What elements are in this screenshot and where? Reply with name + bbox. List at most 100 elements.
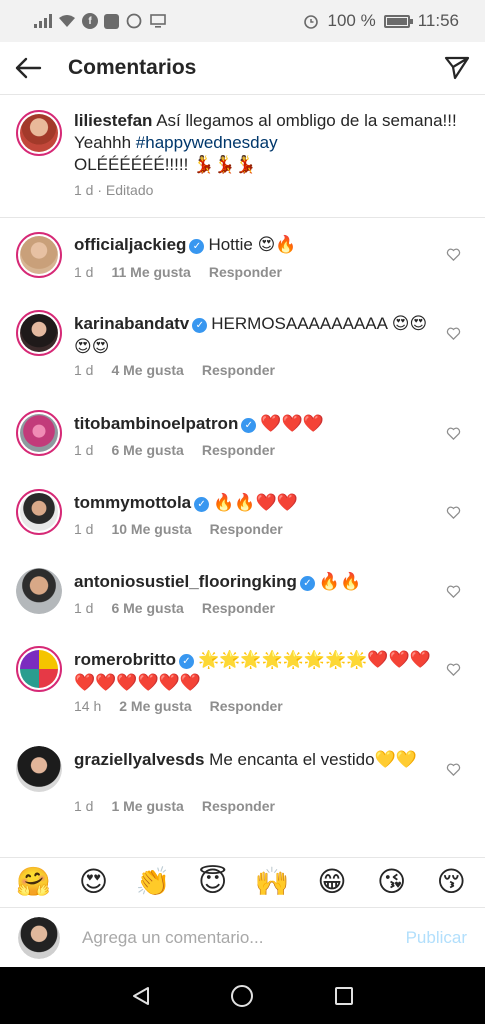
- comment-body: officialjackieg ✓ Hottie 😍🔥: [74, 233, 434, 256]
- emoji-halo-button[interactable]: 😇: [189, 858, 237, 906]
- comment-meta: 1 d 6 Me gusta Responder: [74, 600, 275, 616]
- caption-body-2: OLÉÉÉÉÉÉ!!!!! 💃💃💃: [74, 155, 257, 174]
- post-caption: liliestefan Así llegamos al ombligo de l…: [0, 96, 485, 218]
- comment-text: ❤️❤️❤️: [260, 414, 324, 433]
- comment-username[interactable]: antoniosustiel_flooringking: [74, 572, 297, 591]
- comment-username[interactable]: titobambinoelpatron: [74, 414, 238, 433]
- nav-back-button[interactable]: [121, 976, 161, 1016]
- comment-time: 1 d: [74, 362, 94, 378]
- emoji-quick-bar: 🤗 😍 👏 😇 🙌 😁 😘 😚: [0, 857, 485, 905]
- comment-body: karinabandatv ✓ HERMOSAAAAAAAAA 😍😍😍😍: [74, 312, 434, 358]
- battery-percent: 100 %: [327, 11, 376, 30]
- avatar[interactable]: [16, 410, 62, 456]
- comment-text: Me encanta el vestido💛💛: [209, 750, 417, 769]
- heart-icon: [446, 663, 460, 676]
- heart-icon: [446, 506, 460, 519]
- comment-meta: 1 d 11 Me gusta Responder: [74, 264, 282, 280]
- avatar: [18, 916, 60, 959]
- emoji-clap-button[interactable]: 👏: [129, 858, 177, 906]
- likes-count[interactable]: 6 Me gusta: [111, 442, 183, 458]
- emoji-grin-button[interactable]: 😁: [308, 858, 356, 906]
- facebook-icon: f: [82, 13, 98, 29]
- emoji-kiss-button[interactable]: 😘: [368, 858, 416, 906]
- whatsapp-icon: [125, 12, 143, 30]
- header: Comentarios: [0, 42, 485, 95]
- comment-username[interactable]: karinabandatv: [74, 314, 189, 333]
- avatar[interactable]: [16, 310, 62, 356]
- caption-time: 1 d: [74, 182, 94, 198]
- battery-icon: [383, 14, 413, 28]
- like-button[interactable]: [445, 425, 461, 441]
- avatar[interactable]: [16, 110, 62, 156]
- comment-username[interactable]: graziellyalvesds: [74, 750, 204, 769]
- comment-username[interactable]: romerobritto: [74, 650, 176, 669]
- reply-button[interactable]: Responder: [210, 521, 283, 537]
- comment-item: titobambinoelpatron ✓ ❤️❤️❤️ 1 d 6 Me gust…: [0, 410, 485, 480]
- status-icons-right: 100 % 11:56: [302, 11, 459, 31]
- reply-button[interactable]: Responder: [202, 362, 275, 378]
- emoji-raised-hands-button[interactable]: 🙌: [248, 858, 296, 906]
- reply-button[interactable]: Responder: [210, 698, 283, 714]
- comment-text: 🔥🔥: [318, 572, 362, 591]
- back-button[interactable]: [0, 42, 56, 95]
- comment-username[interactable]: officialjackieg: [74, 235, 186, 254]
- avatar[interactable]: [16, 568, 62, 614]
- like-button[interactable]: [445, 761, 461, 777]
- avatar[interactable]: [16, 232, 62, 278]
- likes-count[interactable]: 11 Me gusta: [111, 264, 190, 280]
- avatar[interactable]: [16, 746, 62, 792]
- comment-item: graziellyalvesds Me encanta el vestido💛💛…: [0, 746, 485, 836]
- reply-button[interactable]: Responder: [202, 442, 275, 458]
- comment-meta: 1 d 1 Me gusta Responder: [74, 798, 275, 814]
- system-nav-bar: [0, 967, 485, 1024]
- like-button[interactable]: [445, 246, 461, 262]
- share-button[interactable]: [429, 42, 485, 95]
- wifi-icon: [58, 12, 76, 30]
- heart-icon: [446, 763, 460, 776]
- comment-item: romerobritto ✓ 🌟🌟🌟🌟🌟🌟🌟🌟❤️❤️❤️❤️❤️❤️❤️❤️❤️ …: [0, 646, 485, 736]
- verified-badge-icon: ✓: [179, 654, 194, 669]
- send-icon: [444, 56, 470, 80]
- comment-time: 1 d: [74, 521, 94, 537]
- nav-home-button[interactable]: [222, 976, 262, 1016]
- like-button[interactable]: [445, 504, 461, 520]
- reply-button[interactable]: Responder: [209, 264, 282, 280]
- hashtag-link[interactable]: #happywednesday: [136, 133, 278, 152]
- avatar[interactable]: [16, 489, 62, 535]
- likes-count[interactable]: 6 Me gusta: [111, 600, 183, 616]
- reply-button[interactable]: Responder: [202, 600, 275, 616]
- likes-count[interactable]: 1 Me gusta: [111, 798, 183, 814]
- verified-badge-icon: ✓: [241, 418, 257, 433]
- comment-time: 1 d: [74, 442, 94, 458]
- edited-label: Editado: [105, 182, 154, 198]
- like-button[interactable]: [445, 583, 461, 599]
- status-time: 11:56: [417, 11, 459, 30]
- meta-separator: ·: [97, 182, 103, 198]
- verified-badge-icon: ✓: [299, 576, 315, 591]
- comment-body: romerobritto ✓ 🌟🌟🌟🌟🌟🌟🌟🌟❤️❤️❤️❤️❤️❤️❤️❤️❤️: [74, 648, 434, 694]
- avatar[interactable]: [16, 646, 62, 692]
- like-button[interactable]: [445, 325, 461, 341]
- publish-button[interactable]: Publicar: [406, 928, 467, 948]
- likes-count[interactable]: 2 Me gusta: [119, 698, 191, 714]
- nav-recents-button[interactable]: [324, 976, 364, 1016]
- comment-time: 1 d: [74, 264, 94, 280]
- comment-item: antoniosustiel_flooringking ✓ 🔥🔥 1 d 6 Me …: [0, 568, 485, 638]
- comment-item: officialjackieg ✓ Hottie 😍🔥 1 d 11 Me gust…: [0, 232, 485, 312]
- comment-time: 1 d: [74, 798, 94, 814]
- emoji-hug-button[interactable]: 🤗: [10, 858, 58, 906]
- heart-icon: [446, 427, 460, 440]
- like-button[interactable]: [445, 661, 461, 677]
- likes-count[interactable]: 4 Me gusta: [111, 362, 183, 378]
- reply-button[interactable]: Responder: [202, 798, 275, 814]
- comment-username[interactable]: tommymottola: [74, 493, 191, 512]
- emoji-kiss-closed-eyes-button[interactable]: 😚: [427, 858, 475, 906]
- comment-text: 🔥🔥❤️❤️: [213, 493, 298, 512]
- caption-username[interactable]: liliestefan: [74, 111, 152, 130]
- comment-time: 1 d: [74, 600, 94, 616]
- comment-input[interactable]: [82, 927, 406, 948]
- app-icon: [104, 13, 119, 29]
- likes-count[interactable]: 10 Me gusta: [111, 521, 191, 537]
- emoji-heart-eyes-button[interactable]: 😍: [69, 858, 117, 906]
- alarm-icon: [302, 12, 320, 30]
